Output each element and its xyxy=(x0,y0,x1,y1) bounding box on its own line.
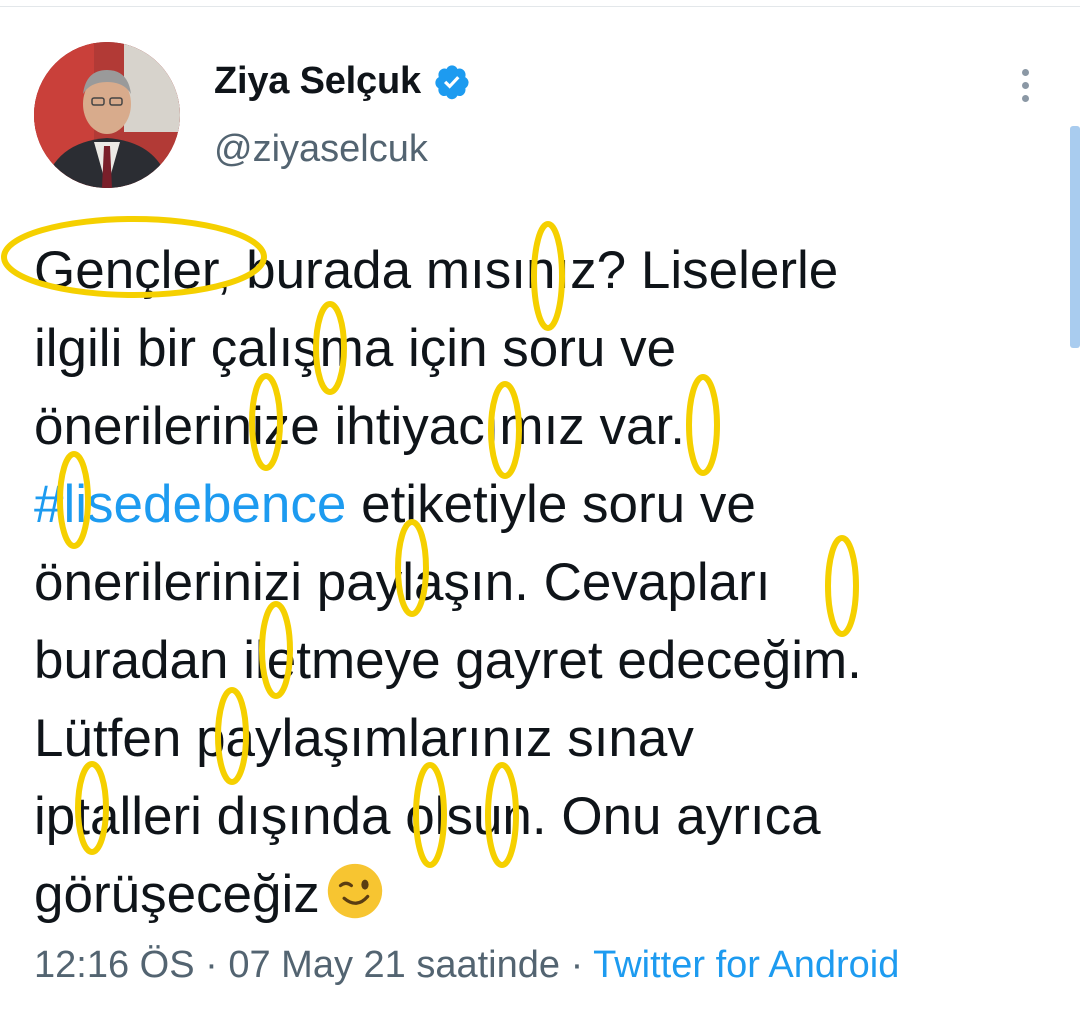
winking-face-emoji-icon xyxy=(327,863,382,919)
more-vertical-icon xyxy=(1021,68,1029,76)
tweet-line: iptalleri dışında olsun. Onu ayrıca xyxy=(34,787,821,846)
meta-separator: · xyxy=(194,944,229,986)
more-vertical-icon-dot xyxy=(1021,81,1029,89)
tweet-source-link[interactable]: Twitter for Android xyxy=(593,944,899,986)
tweet-line: buradan iletmeye gayret edeceğim. xyxy=(34,631,862,690)
tweet-line: önerilerinizi paylaşın. Cevapları xyxy=(34,553,771,612)
profile-photo xyxy=(34,42,180,188)
meta-separator: · xyxy=(560,944,594,986)
scrollbar-thumb[interactable] xyxy=(1070,126,1080,348)
tweet-line: etiketiyle soru ve xyxy=(361,475,756,534)
hashtag-link[interactable]: #lisedebence xyxy=(34,475,346,534)
top-divider xyxy=(0,0,1080,7)
author-display-name[interactable]: Ziya Selçuk xyxy=(214,60,421,103)
tweet-text: Gençler, burada mısınız? Liselerle ilgil… xyxy=(34,232,1034,934)
avatar[interactable] xyxy=(34,42,180,188)
tweet-date[interactable]: 07 May 21 saatinde xyxy=(228,944,560,986)
tweet-line: Lütfen paylaşımlarınız sınav xyxy=(34,709,694,768)
tweet-time[interactable]: 12:16 ÖS xyxy=(34,944,195,986)
author-handle[interactable]: @ziyaselcuk xyxy=(214,128,428,171)
tweet-line: ilgili bir çalışma için soru ve xyxy=(34,319,677,378)
tweet-line: görüşeceğiz xyxy=(34,865,320,924)
tweet-meta: 12:16 ÖS · 07 May 21 saatinde · Twitter … xyxy=(34,944,899,987)
more-options-button[interactable] xyxy=(1006,60,1044,110)
tweet-line: önerilerinize ihtiyacımız var. xyxy=(34,397,685,456)
tweet-line: Gençler, burada mısınız? Liselerle xyxy=(34,241,839,300)
author-name-row[interactable]: Ziya Selçuk xyxy=(214,60,471,103)
tweet-line-last: görüşeceğiz xyxy=(34,856,1034,934)
tweet-line-hashtag-row: #lisedebence etiketiyle soru ve xyxy=(34,466,1034,544)
verified-badge-icon xyxy=(435,64,469,99)
more-vertical-icon-dot xyxy=(1021,94,1029,102)
